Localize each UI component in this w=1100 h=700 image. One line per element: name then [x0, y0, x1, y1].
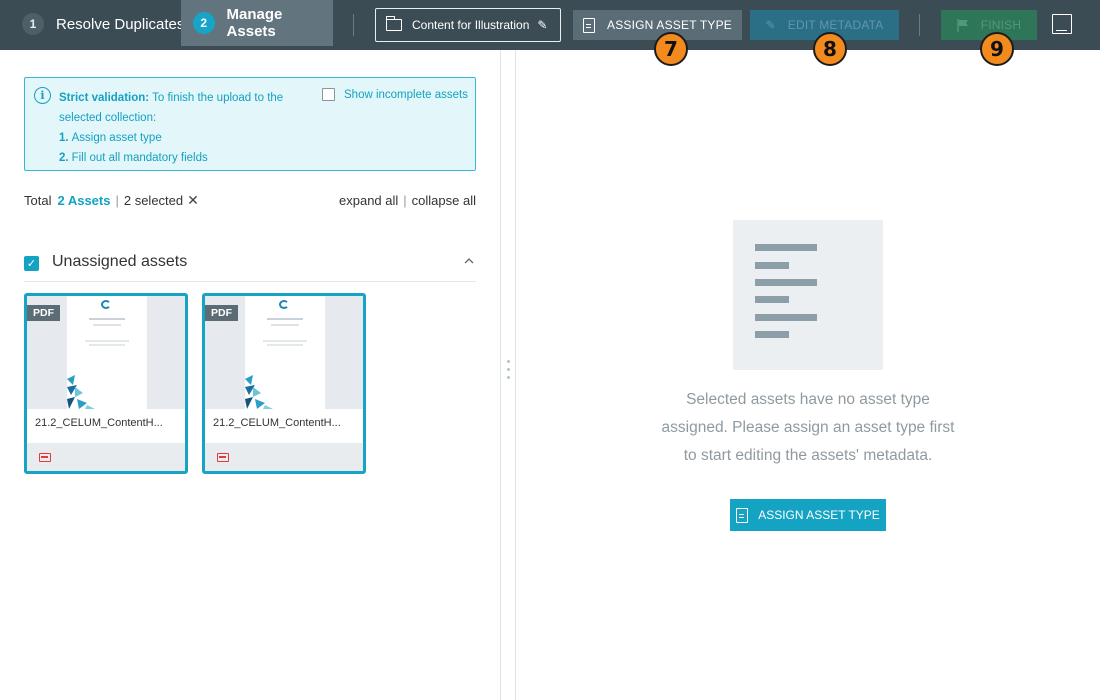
pencil-icon: ✎ [537, 18, 548, 32]
step-label: Resolve Duplicates [56, 15, 185, 33]
step-resolve-duplicates[interactable]: 1 Resolve Duplicates [22, 0, 184, 48]
assign-asset-type-button[interactable]: ASSIGN ASSET TYPE [573, 10, 742, 40]
step-label: Manage Assets [226, 6, 283, 40]
file-type-badge: PDF [27, 305, 60, 321]
document-icon [736, 507, 749, 523]
empty-state-line: Selected assets have no asset type [686, 391, 930, 408]
step-text: Fill out all mandatory fields [71, 152, 208, 164]
total-label: Total [24, 193, 52, 208]
pencil-icon: ✎ [765, 18, 776, 32]
clear-selection-icon[interactable]: ✕ [187, 192, 199, 209]
separator: | [403, 193, 407, 208]
divider [919, 14, 920, 36]
asset-name: 21.2_CELUM_ContentH... [27, 409, 185, 443]
empty-document-illustration [733, 220, 883, 370]
asset-card-footer [27, 443, 185, 471]
expand-collapse-links: expand all | collapse all [339, 193, 476, 208]
info-icon: i [34, 87, 51, 104]
group-checkbox[interactable]: ✓ [24, 256, 39, 271]
asset-list-panel: i Strict validation: To finish the uploa… [0, 50, 500, 700]
validation-step: 2. Fill out all mandatory fields [59, 148, 309, 168]
assign-main-label: ASSIGN ASSET TYPE [758, 508, 880, 522]
divider [353, 14, 354, 36]
folder-icon [385, 16, 402, 31]
pdf-icon [39, 453, 51, 462]
collection-button[interactable]: Content for Illustration ✎ [375, 8, 561, 42]
validation-step: 1. Assign asset type [59, 128, 309, 148]
show-incomplete-checkbox[interactable] [322, 88, 335, 101]
group-title: Unassigned assets [52, 253, 188, 270]
callout-badge-7: 7 [654, 32, 688, 66]
pdf-icon [217, 453, 229, 462]
asset-card[interactable]: PDF 21.2_CELUM_ContentH... [202, 293, 366, 474]
document-preview [245, 296, 325, 409]
minimize-icon[interactable] [1052, 14, 1072, 34]
separator: | [115, 193, 119, 208]
file-type-badge: PDF [205, 305, 238, 321]
show-incomplete-toggle[interactable]: Show incomplete assets [322, 88, 468, 101]
drag-handle-icon [507, 360, 510, 384]
assets-summary: Total 2 Assets | 2 selected ✕ expand all… [24, 192, 476, 209]
step-num: 2. [59, 152, 69, 164]
collapse-all-link[interactable]: collapse all [412, 193, 476, 208]
step-num: 1. [59, 132, 69, 144]
asset-card[interactable]: PDF 21.2_CELUM_ContentH... [24, 293, 188, 474]
empty-state-line: to start editing the assets' metadata. [683, 447, 933, 464]
validation-title: Strict validation: [59, 92, 150, 104]
callout-badge-9: 9 [980, 32, 1014, 66]
expand-all-link[interactable]: expand all [339, 193, 398, 208]
collection-label: Content for Illustration [412, 18, 530, 32]
finish-label: FINISH [980, 18, 1022, 32]
group-header-unassigned[interactable]: ✓ Unassigned assets [24, 253, 476, 282]
asset-count: 2 Assets [57, 193, 111, 208]
top-bar: 1 Resolve Duplicates 2 Manage Assets Con… [0, 0, 1100, 50]
asset-name: 21.2_CELUM_ContentH... [205, 409, 363, 443]
chevron-up-icon[interactable] [464, 253, 474, 267]
validation-info-box: i Strict validation: To finish the uploa… [24, 77, 476, 171]
edit-label: EDIT METADATA [787, 18, 884, 32]
document-preview [67, 296, 147, 409]
callout-badge-8: 8 [813, 32, 847, 66]
step-number: 1 [22, 13, 44, 35]
validation-text: Strict validation: To finish the upload … [59, 88, 309, 168]
show-incomplete-label: Show incomplete assets [344, 88, 469, 101]
empty-state-message: Selected assets have no asset type assig… [640, 386, 976, 470]
step-number: 2 [193, 12, 215, 34]
step-text: Assign asset type [71, 132, 162, 144]
flag-icon [956, 18, 969, 32]
asset-card-footer [205, 443, 363, 471]
step-manage-assets[interactable]: 2 Manage Assets [181, 0, 333, 46]
document-icon [582, 17, 595, 33]
selected-count: 2 selected [123, 193, 184, 208]
assign-label: ASSIGN ASSET TYPE [606, 18, 732, 32]
assign-asset-type-main-button[interactable]: ASSIGN ASSET TYPE [730, 499, 886, 531]
empty-state-line: assigned. Please assign an asset type fi… [661, 419, 955, 436]
panel-resize-handle[interactable] [500, 50, 516, 700]
